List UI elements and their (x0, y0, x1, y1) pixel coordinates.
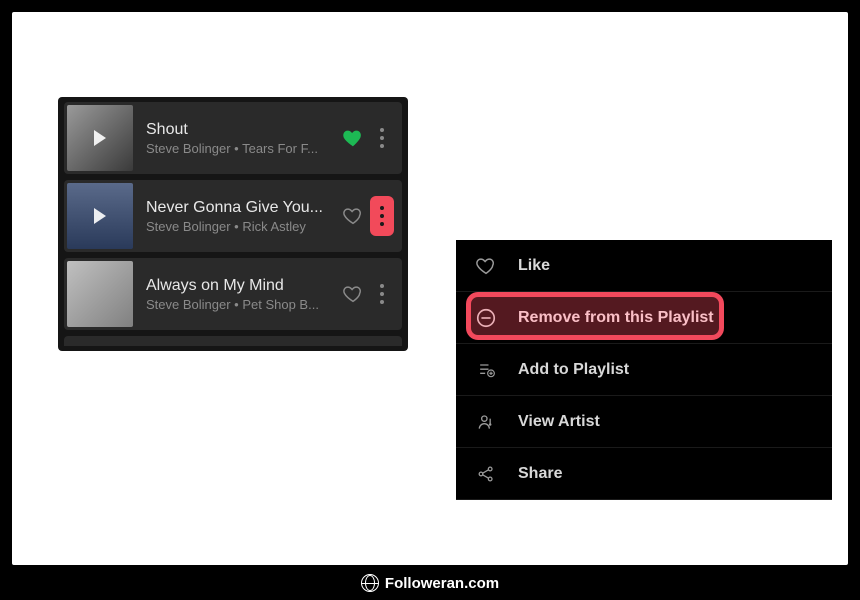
heart-outline-icon (474, 254, 498, 278)
menu-item-view-artist[interactable]: View Artist (456, 396, 832, 448)
play-icon (94, 130, 106, 146)
track-info: Always on My Mind Steve Bolinger • Pet S… (146, 277, 342, 312)
track-title: Always on My Mind (146, 277, 342, 295)
menu-item-label: Like (518, 257, 550, 275)
heart-outline-icon[interactable] (342, 283, 364, 305)
heart-filled-icon[interactable] (342, 127, 364, 149)
more-options-button[interactable] (370, 118, 394, 158)
album-art[interactable] (67, 105, 133, 171)
more-options-button[interactable] (370, 274, 394, 314)
menu-item-remove-from-playlist[interactable]: Remove from this Playlist (456, 292, 832, 344)
menu-item-label: View Artist (518, 413, 600, 431)
album-art[interactable] (67, 183, 133, 249)
menu-item-label: Add to Playlist (518, 361, 629, 379)
remove-circle-icon (474, 306, 498, 330)
track-row[interactable]: Always on My Mind Steve Bolinger • Pet S… (64, 258, 402, 330)
brand-label: Followeran.com (385, 575, 499, 592)
track-row-peek (64, 336, 402, 346)
album-art[interactable] (67, 261, 133, 327)
view-artist-icon (474, 410, 498, 434)
menu-item-like[interactable]: Like (456, 240, 832, 292)
track-row[interactable]: Shout Steve Bolinger • Tears For F... (64, 102, 402, 174)
share-icon (474, 462, 498, 486)
track-info: Shout Steve Bolinger • Tears For F... (146, 121, 342, 156)
content-canvas: Shout Steve Bolinger • Tears For F... Ne… (12, 12, 848, 565)
track-title: Never Gonna Give You... (146, 199, 342, 217)
context-menu-panel: Like Remove from this Playlist Add to Pl… (456, 240, 832, 500)
track-subtitle: Steve Bolinger • Pet Shop B... (146, 297, 342, 312)
playlist-panel: Shout Steve Bolinger • Tears For F... Ne… (58, 97, 408, 351)
heart-outline-icon[interactable] (342, 205, 364, 227)
menu-item-share[interactable]: Share (456, 448, 832, 500)
track-info: Never Gonna Give You... Steve Bolinger •… (146, 199, 342, 234)
menu-item-add-to-playlist[interactable]: Add to Playlist (456, 344, 832, 396)
track-row[interactable]: Never Gonna Give You... Steve Bolinger •… (64, 180, 402, 252)
brand-footer: Followeran.com (0, 574, 860, 592)
track-subtitle: Steve Bolinger • Tears For F... (146, 141, 342, 156)
menu-item-label: Share (518, 465, 562, 483)
more-options-button[interactable] (370, 196, 394, 236)
track-title: Shout (146, 121, 342, 139)
globe-icon (361, 574, 379, 592)
track-subtitle: Steve Bolinger • Rick Astley (146, 219, 342, 234)
playlist-add-icon (474, 358, 498, 382)
play-icon (94, 208, 106, 224)
menu-item-label: Remove from this Playlist (518, 309, 714, 327)
